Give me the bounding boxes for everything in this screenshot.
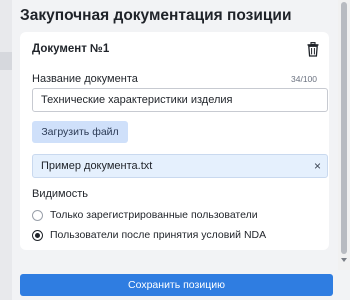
visibility-option-label: Только зарегистрированные пользователи (50, 209, 258, 221)
document-name-counter: 34/100 (291, 74, 317, 84)
background-page-strip (0, 0, 12, 300)
visibility-option-nda[interactable]: Пользователи после принятия условий NDA (32, 228, 266, 242)
document-name-label: Название документа (32, 73, 138, 85)
document-name-input[interactable] (32, 88, 328, 112)
attached-file-name: Пример документа.txt (41, 160, 153, 172)
page: Закупочная документация позиции Документ… (0, 0, 350, 300)
panel-scrollbar[interactable] (338, 0, 350, 270)
visibility-option-label: Пользователи после принятия условий NDA (50, 229, 267, 241)
delete-document-button[interactable] (306, 42, 320, 57)
save-position-button[interactable]: Сохранить позицию (20, 274, 333, 296)
document-title: Документ №1 (32, 43, 110, 55)
close-icon: × (313, 159, 321, 173)
scrollbar-thumb[interactable] (341, 2, 347, 254)
visibility-label: Видимость (32, 188, 88, 200)
attached-file: Пример документа.txt × (32, 154, 328, 178)
panel-footer: Сохранить позицию (12, 262, 338, 300)
document-card: Документ №1 Название документа 34/100 За… (20, 32, 329, 250)
radio-checked[interactable] (32, 229, 43, 241)
remove-file-button[interactable]: × (314, 159, 321, 173)
background-selected-row (0, 52, 12, 70)
panel-title: Закупочная документация позиции (20, 7, 292, 24)
visibility-option-registered[interactable]: Только зарегистрированные пользователи (32, 208, 258, 222)
scroll-down-arrow-icon[interactable] (341, 258, 347, 262)
upload-file-button[interactable]: Загрузить файл (32, 121, 128, 143)
procurement-docs-panel: Закупочная документация позиции Документ… (12, 0, 350, 300)
trash-icon (307, 42, 319, 57)
radio-unchecked[interactable] (32, 209, 43, 221)
